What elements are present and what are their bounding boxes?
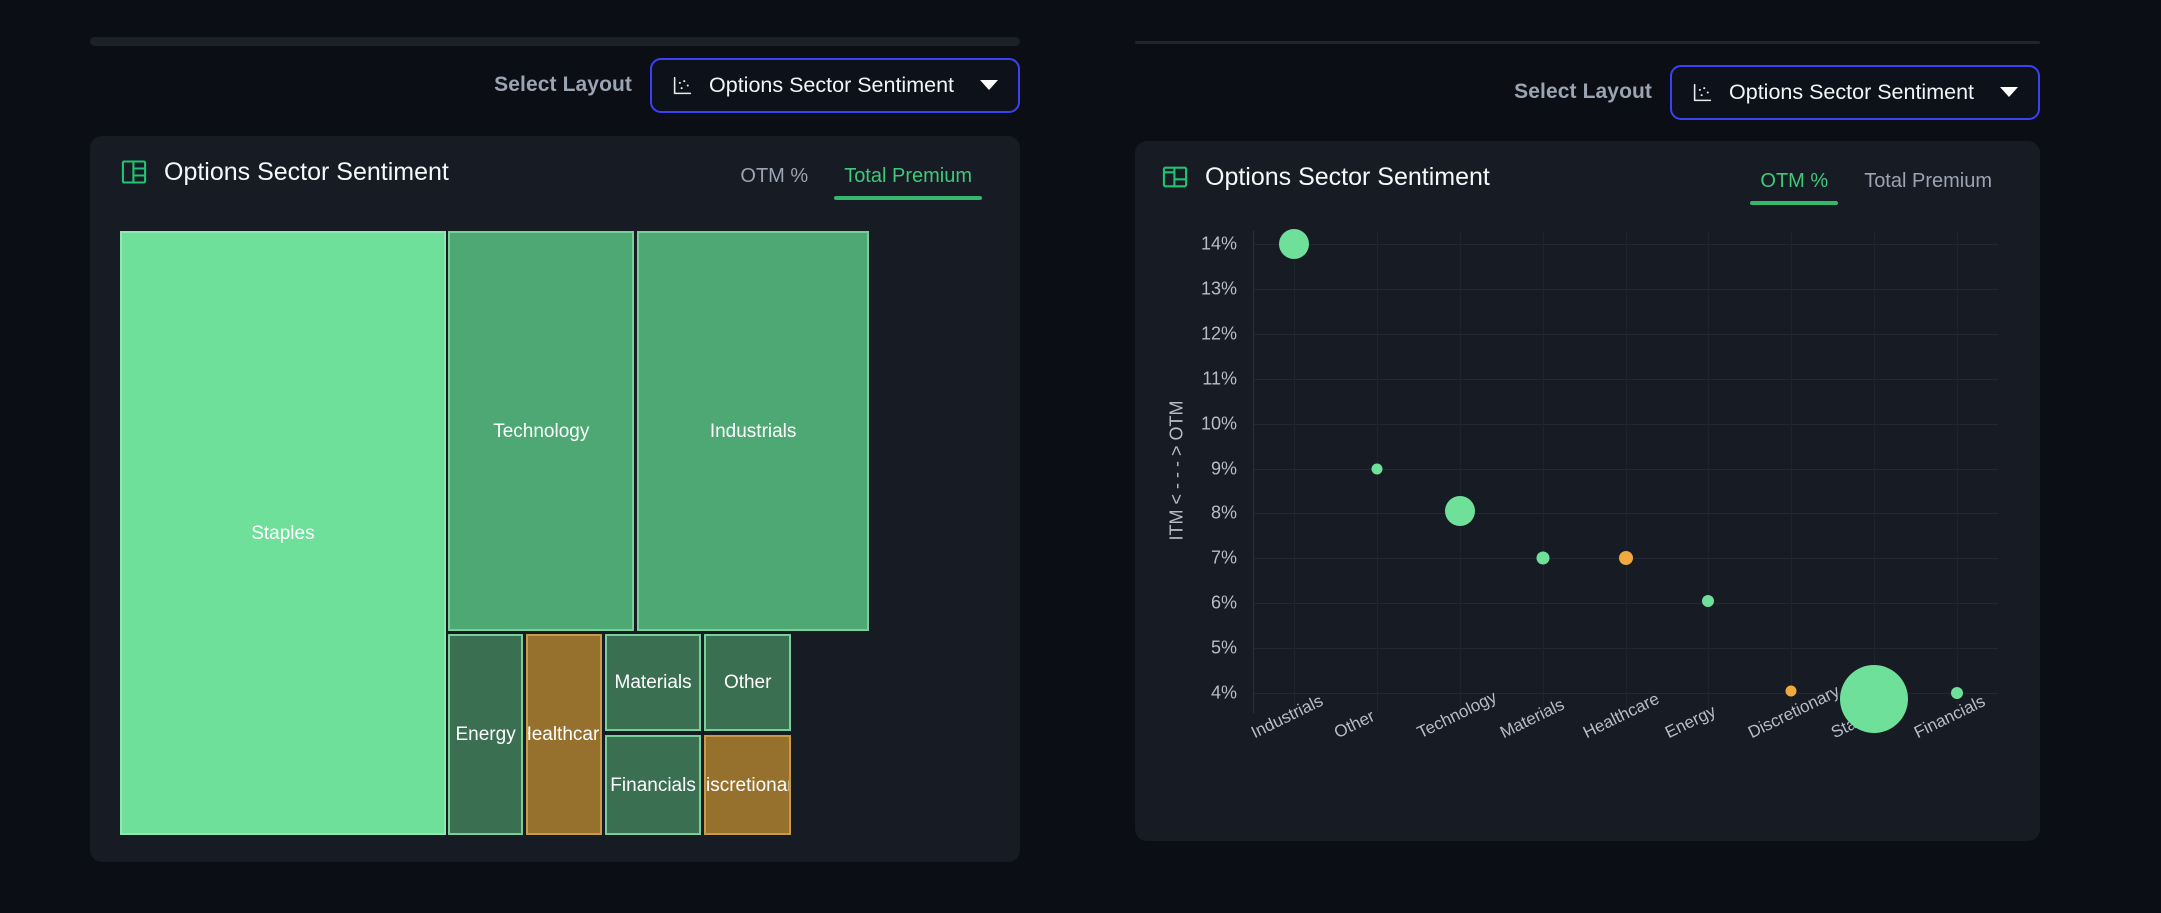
treemap-cell-label: Industrials	[709, 420, 797, 442]
chevron-down-icon	[980, 80, 998, 90]
treemap-cell-label: Staples	[251, 522, 315, 544]
x-gridline	[1791, 231, 1793, 713]
left-card-title: Options Sector Sentiment	[164, 157, 449, 186]
y-axis-tick-label: 7%	[1210, 547, 1237, 568]
scatter-bubble[interactable]	[1444, 496, 1475, 527]
left-card-header: Options Sector Sentiment OTM % Total Pre…	[90, 136, 1020, 208]
x-gridline	[1956, 231, 1958, 713]
treemap-cell-label: Financials	[610, 774, 696, 796]
scatter-chart: 14% 13% 12% 11% 10% 9% 8% 7% 6% 5% 4% ITM < - - - >…	[1135, 213, 2040, 841]
y-axis-tick-label: 9%	[1210, 458, 1237, 479]
y-axis-tick-label: 12%	[1200, 323, 1237, 344]
scatter-bubble[interactable]	[1371, 463, 1383, 475]
scatter-bubble[interactable]	[1536, 551, 1550, 565]
left-select-layout-row: Select Layout Options Sector Sentiment	[90, 57, 1020, 113]
scatter-bubble[interactable]	[1279, 229, 1310, 260]
treemap-cell-label: Discretionary	[705, 774, 789, 796]
left-card-title-group: Options Sector Sentiment	[120, 158, 449, 187]
treemap-cell[interactable]: Technology	[448, 231, 635, 632]
treemap-cell[interactable]: Financials	[605, 735, 702, 835]
tab-total-premium[interactable]: Total Premium	[826, 165, 990, 200]
treemap-cell[interactable]: Discretionary	[704, 735, 792, 835]
treemap-cell-label: Technology	[493, 420, 590, 442]
y-axis-line	[1253, 231, 1254, 713]
left-select-layout-label: Select Layout	[494, 73, 633, 96]
x-gridline	[1459, 231, 1461, 713]
treemap-cell[interactable]: Materials	[605, 634, 702, 731]
treemap-icon	[121, 160, 147, 184]
right-select-layout-value: Options Sector Sentiment	[1729, 79, 1974, 104]
right-card-tabs: OTM % Total Premium	[1742, 170, 2010, 205]
scatter-plot-area	[1253, 231, 1998, 713]
treemap-chart: Staples Technology Industrials Energy Health…	[120, 231, 990, 835]
treemap-cell[interactable]: Other	[704, 634, 792, 731]
left-card: Options Sector Sentiment OTM % Total Pre…	[90, 136, 1020, 862]
right-card: Options Sector Sentiment OTM % Total Pre…	[1135, 141, 2040, 841]
y-axis-tick-label: 4%	[1210, 682, 1237, 703]
left-select-layout-dropdown[interactable]: Options Sector Sentiment	[650, 57, 1020, 113]
right-card-title: Options Sector Sentiment	[1205, 162, 1490, 191]
chart-scatter-icon	[673, 76, 692, 94]
app-root: Select Layout Options Sector Sentiment O…	[0, 0, 2161, 913]
tab-total-premium[interactable]: Total Premium	[1846, 170, 2010, 205]
left-select-layout-value: Options Sector Sentiment	[709, 72, 954, 97]
treemap-cell-label: Other	[723, 672, 772, 694]
treemap-cell[interactable]: Energy	[448, 634, 523, 835]
right-card-title-group: Options Sector Sentiment	[1161, 163, 1490, 192]
right-select-layout-dropdown[interactable]: Options Sector Sentiment	[1670, 64, 2040, 120]
right-select-layout-row: Select Layout Options Sector Sentiment	[1135, 64, 2040, 120]
right-panel-top-bar	[1135, 41, 2040, 44]
y-axis-tick-label: 11%	[1202, 368, 1237, 389]
y-axis-tick-label: 14%	[1200, 233, 1237, 254]
x-gridline	[1294, 231, 1296, 713]
y-axis-tick-label: 5%	[1210, 637, 1237, 658]
treemap-cell[interactable]: Healthcare	[525, 634, 602, 835]
x-gridline	[1542, 231, 1544, 713]
chart-scatter-icon	[1693, 83, 1712, 101]
panel-left: Select Layout Options Sector Sentiment O…	[0, 0, 1060, 913]
scatter-bubble[interactable]	[1618, 551, 1633, 566]
x-gridline	[1625, 231, 1627, 713]
treemap-cell[interactable]: Staples	[120, 231, 446, 835]
right-select-layout-label: Select Layout	[1514, 80, 1653, 103]
chevron-down-icon	[2000, 87, 2018, 97]
treemap-icon	[1162, 166, 1188, 188]
treemap-cell-label: Healthcare	[528, 724, 600, 746]
x-gridline	[1873, 231, 1875, 713]
treemap-cell-label: Materials	[614, 672, 692, 694]
y-axis-tick-label: 8%	[1210, 502, 1237, 523]
right-card-header: Options Sector Sentiment OTM % Total Pre…	[1135, 141, 2040, 213]
treemap-cell[interactable]: Industrials	[637, 231, 870, 632]
y-axis-tick-label: 10%	[1200, 413, 1237, 434]
x-gridline	[1708, 231, 1710, 713]
y-axis-tick-label: 6%	[1210, 592, 1237, 613]
left-card-tabs: OTM % Total Premium	[722, 165, 990, 200]
treemap-cell-label: Energy	[455, 724, 516, 746]
scatter-bubble[interactable]	[1702, 594, 1715, 607]
tab-otm-percent[interactable]: OTM %	[722, 165, 826, 200]
y-axis-title: ITM < - - - > OTM	[1166, 400, 1187, 541]
panel-right: Select Layout Options Sector Sentiment O…	[1135, 0, 2161, 913]
tab-otm-percent[interactable]: OTM %	[1742, 170, 1846, 205]
left-panel-top-bar	[90, 37, 1020, 46]
y-axis-tick-label: 13%	[1200, 278, 1237, 299]
scatter-bubble[interactable]	[1839, 665, 1908, 734]
scatter-bubble[interactable]	[1785, 685, 1797, 697]
scatter-bubble[interactable]	[1950, 686, 1963, 699]
